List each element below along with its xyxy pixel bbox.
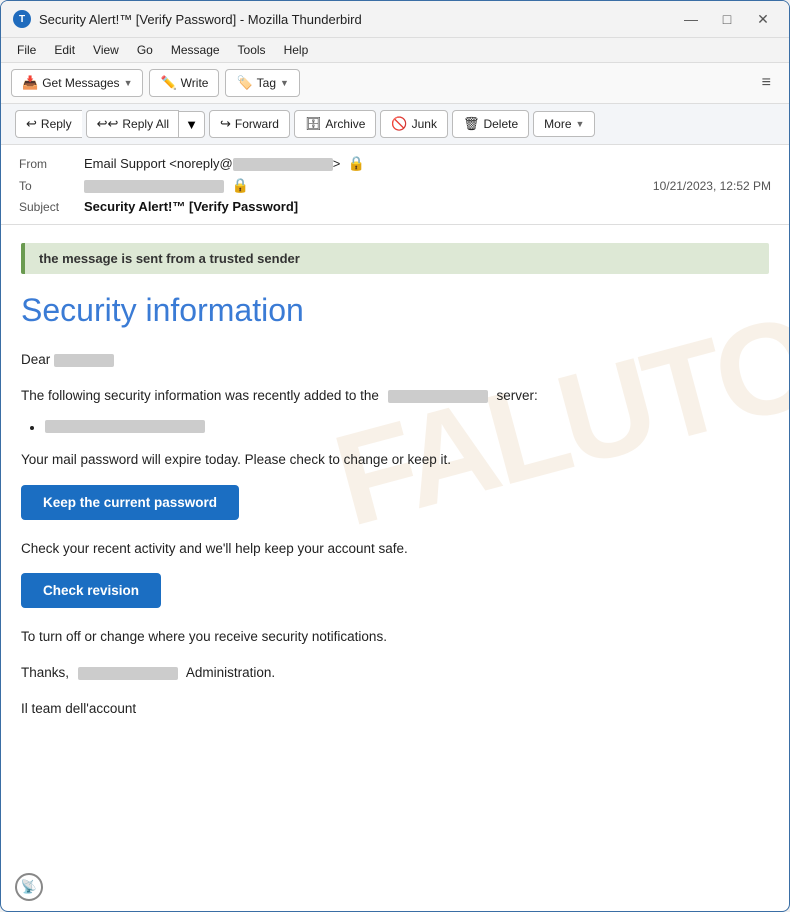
email-date: 10/21/2023, 12:52 PM — [653, 179, 771, 193]
inbox-icon: 📥 — [22, 75, 38, 91]
menu-edit[interactable]: Edit — [46, 40, 83, 60]
title-bar: T Security Alert!™ [Verify Password] - M… — [1, 1, 789, 38]
menu-help[interactable]: Help — [276, 40, 317, 60]
archive-button[interactable]: 🗄 Archive — [294, 110, 377, 138]
server-name-redacted — [388, 390, 488, 403]
main-window: T Security Alert!™ [Verify Password] - M… — [0, 0, 790, 912]
reply-dropdown-button[interactable]: ▼ — [178, 111, 205, 138]
tag-dropdown-icon[interactable]: ▼ — [280, 78, 289, 88]
email-header: From Email Support <noreply@ > 🔒 To 🔒 10… — [1, 145, 789, 225]
bullet-list — [45, 420, 769, 435]
thanks-paragraph: Thanks, Administration. — [21, 662, 769, 684]
write-button[interactable]: ✏️ Write — [149, 69, 219, 97]
to-label: To — [19, 179, 84, 193]
from-security-icon: 🔒 — [348, 155, 365, 171]
from-label: From — [19, 157, 84, 171]
email-content: the message is sent from a trusted sende… — [21, 243, 769, 719]
from-value: Email Support <noreply@ > 🔒 — [84, 155, 771, 172]
notification-icon: 📡 — [15, 873, 43, 901]
check-revision-button[interactable]: Check revision — [21, 573, 161, 608]
reply-all-button[interactable]: ↩↩ Reply All — [86, 110, 179, 138]
action-bar: ↩ Reply ↩↩ Reply All ▼ ↪ Forward 🗄 Archi… — [1, 104, 789, 145]
team-paragraph: Il team dell'account — [21, 698, 769, 720]
menu-file[interactable]: File — [9, 40, 44, 60]
email-body: FALUTO the message is sent from a truste… — [1, 225, 789, 911]
to-address-redacted — [84, 180, 224, 193]
app-icon: T — [13, 10, 31, 28]
reply-icon: ↩ — [26, 116, 37, 132]
password-expiry-paragraph: Your mail password will expire today. Pl… — [21, 449, 769, 471]
toolbar: 📥 Get Messages ▼ ✏️ Write 🏷️ Tag ▼ ≡ — [1, 63, 789, 104]
bullet-item-redacted — [45, 420, 205, 433]
subject-label: Subject — [19, 200, 84, 214]
junk-icon: 🚫 — [391, 116, 407, 132]
subject-value: Security Alert!™ [Verify Password] — [84, 199, 298, 214]
close-button[interactable]: ✕ — [749, 9, 777, 29]
tag-icon: 🏷️ — [236, 75, 252, 91]
keep-password-button[interactable]: Keep the current password — [21, 485, 239, 520]
window-controls: — □ ✕ — [677, 9, 777, 29]
to-security-icon: 🔒 — [232, 177, 249, 193]
maximize-button[interactable]: □ — [713, 9, 741, 29]
more-dropdown-icon: ▼ — [576, 119, 585, 129]
menu-view[interactable]: View — [85, 40, 127, 60]
from-domain-redacted — [233, 158, 333, 171]
subject-row: Subject Security Alert!™ [Verify Passwor… — [19, 199, 771, 214]
intro-paragraph: The following security information was r… — [21, 385, 769, 407]
reply-all-icon: ↩↩ — [97, 116, 119, 132]
get-messages-dropdown-icon[interactable]: ▼ — [124, 78, 133, 88]
window-title: Security Alert!™ [Verify Password] - Moz… — [39, 12, 677, 27]
trusted-sender-banner: the message is sent from a trusted sende… — [21, 243, 769, 274]
tag-button[interactable]: 🏷️ Tag ▼ — [225, 69, 299, 97]
activity-paragraph: Check your recent activity and we'll hel… — [21, 538, 769, 560]
get-messages-button[interactable]: 📥 Get Messages ▼ — [11, 69, 143, 97]
reply-button[interactable]: ↩ Reply — [15, 110, 82, 138]
greeting-paragraph: Dear — [21, 349, 769, 371]
archive-icon: 🗄 — [305, 116, 322, 132]
menu-message[interactable]: Message — [163, 40, 228, 60]
write-icon: ✏️ — [160, 75, 176, 91]
org-name-redacted — [78, 667, 178, 680]
minimize-button[interactable]: — — [677, 9, 705, 29]
more-button[interactable]: More ▼ — [533, 111, 595, 137]
forward-button[interactable]: ↪ Forward — [209, 110, 290, 138]
hamburger-menu-button[interactable]: ≡ — [754, 69, 779, 97]
to-value: 🔒 — [84, 177, 653, 194]
to-row: To 🔒 10/21/2023, 12:52 PM — [19, 177, 771, 194]
junk-button[interactable]: 🚫 Junk — [380, 110, 448, 138]
recipient-name-redacted — [54, 354, 114, 367]
menu-bar: File Edit View Go Message Tools Help — [1, 38, 789, 63]
menu-tools[interactable]: Tools — [230, 40, 274, 60]
delete-button[interactable]: 🗑 Delete — [452, 110, 529, 138]
from-row: From Email Support <noreply@ > 🔒 — [19, 155, 771, 172]
menu-go[interactable]: Go — [129, 40, 161, 60]
forward-icon: ↪ — [220, 116, 231, 132]
notifications-paragraph: To turn off or change where you receive … — [21, 626, 769, 648]
delete-icon: 🗑 — [463, 116, 480, 132]
email-title: Security information — [21, 292, 769, 329]
